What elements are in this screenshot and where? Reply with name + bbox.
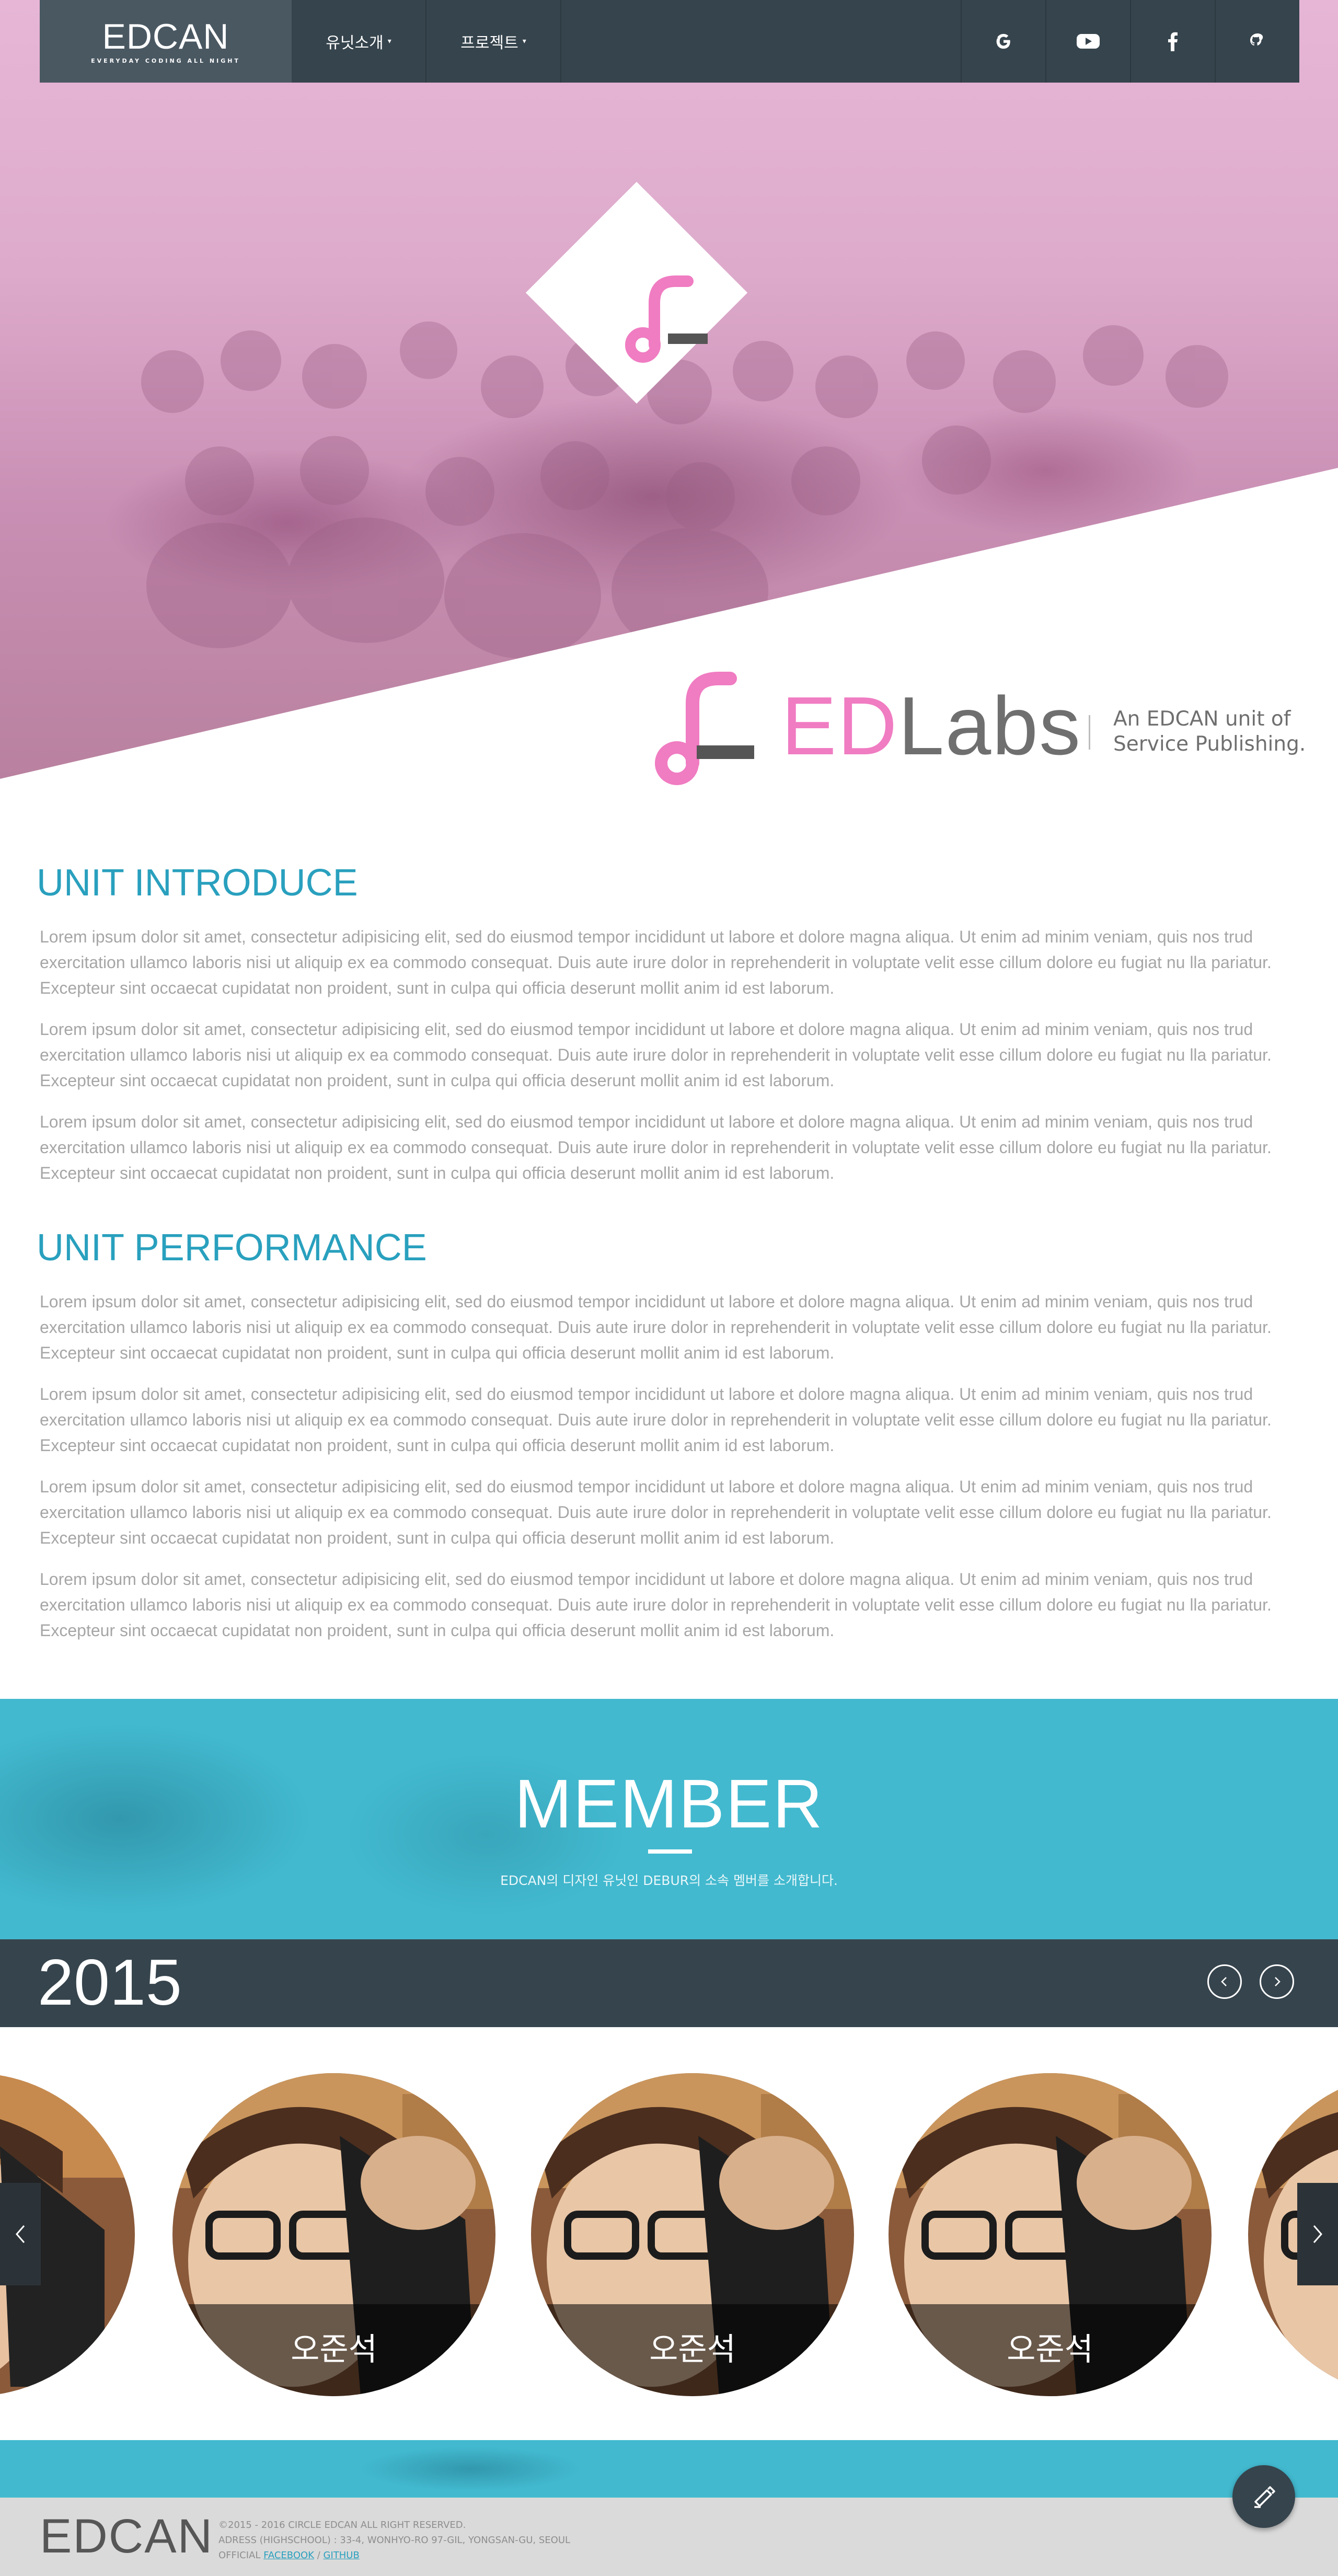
footer-links: OFFICIAL FACEBOOK / GITHUB — [218, 2548, 570, 2563]
section-title: UNIT PERFORMANCE — [37, 1227, 427, 1269]
member-name: 오준석 — [889, 2304, 1212, 2396]
caret-down-icon: ▾ — [387, 37, 391, 45]
section-paragraph: Lorem ipsum dolor sit amet, consectetur … — [40, 1570, 1272, 1640]
year-bar — [0, 1939, 1338, 2027]
brand-divider — [1089, 715, 1090, 750]
hero-white-slant — [0, 468, 1338, 779]
year-label: 2015 — [38, 1947, 182, 2019]
nav-item-unit-intro[interactable]: 유닛소개 ▾ — [292, 0, 426, 83]
logo-text: EDCAN — [102, 16, 229, 56]
footer-copyright: ©2015 - 2016 CIRCLE EDCAN ALL RIGHT RESE… — [218, 2520, 466, 2531]
chevron-right-icon — [1275, 1977, 1281, 1986]
youtube-icon — [1077, 34, 1100, 49]
facebook-link[interactable]: FACEBOOK — [263, 2550, 314, 2561]
wordmark-labs: Labs — [898, 680, 1082, 772]
member-card[interactable]: 오준석 — [172, 2073, 495, 2396]
member-card[interactable]: 오준석 — [889, 2073, 1212, 2396]
wordmark-ed: ED — [781, 680, 898, 772]
next-year-button[interactable] — [1260, 1964, 1294, 1999]
carousel-next-button[interactable] — [1297, 2183, 1338, 2285]
footer-address: ADRESS (HIGHSCHOOL) : 33-4, WONHYO-RO 97… — [218, 2535, 571, 2546]
chevron-left-icon — [16, 2225, 25, 2243]
prev-year-button[interactable] — [1207, 1964, 1242, 1999]
section-paragraph: Lorem ipsum dolor sit amet, consectetur … — [40, 927, 1272, 997]
footer-logo: EDCAN — [40, 2510, 214, 2563]
edlabs-wordmark: EDLabs — [781, 685, 1081, 767]
section-paragraph: Lorem ipsum dolor sit amet, consectetur … — [40, 1112, 1272, 1182]
footer-accent-strip — [0, 2440, 1338, 2498]
member-carousel: 오준석 오준석 오준석 — [0, 2027, 1338, 2440]
github-icon — [1250, 33, 1263, 46]
youtube-link[interactable] — [1045, 0, 1130, 83]
tagline-line-1: An EDCAN unit of — [1113, 707, 1291, 731]
unit-introduce-section: UNIT INTRODUCE Lorem ipsum dolor sit ame… — [37, 861, 1301, 1202]
top-navigation: EDCAN EVERYDAY CODING ALL NIGHT 유닛소개 ▾ 프… — [40, 0, 1299, 83]
facebook-link[interactable] — [1130, 0, 1215, 83]
google-link[interactable] — [961, 0, 1045, 83]
chevron-right-icon — [1313, 2225, 1322, 2243]
title-underline — [648, 1849, 692, 1854]
section-paragraph: Lorem ipsum dolor sit amet, consectetur … — [40, 1020, 1272, 1090]
member-subtitle: EDCAN의 디자인 유닛인 DEBUR의 소속 멤버를 소개합니다. — [500, 1873, 838, 1888]
link-separator: / — [317, 2550, 320, 2561]
facebook-icon — [1168, 32, 1178, 51]
section-paragraph: Lorem ipsum dolor sit amet, consectetur … — [40, 1292, 1272, 1362]
brand-tagline: An EDCAN unit of Service Publishing. — [1113, 707, 1306, 757]
edcan-logo[interactable]: EDCAN EVERYDAY CODING ALL NIGHT — [40, 0, 292, 83]
caret-down-icon: ▾ — [522, 37, 526, 45]
unit-performance-section: UNIT PERFORMANCE Lorem ipsum dolor sit a… — [37, 1226, 1301, 1659]
github-link[interactable] — [1215, 0, 1299, 83]
edlabs-brand: EDLabs An EDCAN unit of Service Publishi… — [640, 664, 1314, 795]
tagline-line-2: Service Publishing. — [1113, 732, 1306, 756]
github-link[interactable]: GITHUB — [324, 2550, 360, 2561]
member-name: 오준석 — [531, 2304, 854, 2396]
member-title: MEMBER — [514, 1765, 824, 1842]
section-paragraph: Lorem ipsum dolor sit amet, consectetur … — [40, 1477, 1272, 1547]
edlabs-mark-icon — [655, 672, 754, 785]
nav-item-label: 프로젝트 — [460, 34, 518, 52]
hero-banner — [0, 0, 1338, 779]
nav-item-projects[interactable]: 프로젝트 ▾ — [426, 0, 561, 83]
footer-info: ©2015 - 2016 CIRCLE EDCAN ALL RIGHT RESE… — [218, 2517, 570, 2563]
nav-item-label: 유닛소개 — [326, 34, 384, 52]
edlabs-mark-icon — [625, 275, 708, 363]
official-label: OFFICIAL — [218, 2550, 261, 2561]
carousel-prev-button[interactable] — [0, 2183, 41, 2285]
member-card[interactable]: 오준석 — [531, 2073, 854, 2396]
google-icon — [996, 33, 1010, 49]
section-title: UNIT INTRODUCE — [37, 862, 358, 904]
floating-action-button[interactable] — [1232, 2465, 1295, 2528]
logo-subtitle: EVERYDAY CODING ALL NIGHT — [91, 57, 240, 64]
chevron-left-icon — [1221, 1977, 1227, 1986]
pen-icon — [1254, 2486, 1275, 2508]
member-name: 오준석 — [172, 2304, 495, 2396]
section-paragraph: Lorem ipsum dolor sit amet, consectetur … — [40, 1385, 1272, 1455]
